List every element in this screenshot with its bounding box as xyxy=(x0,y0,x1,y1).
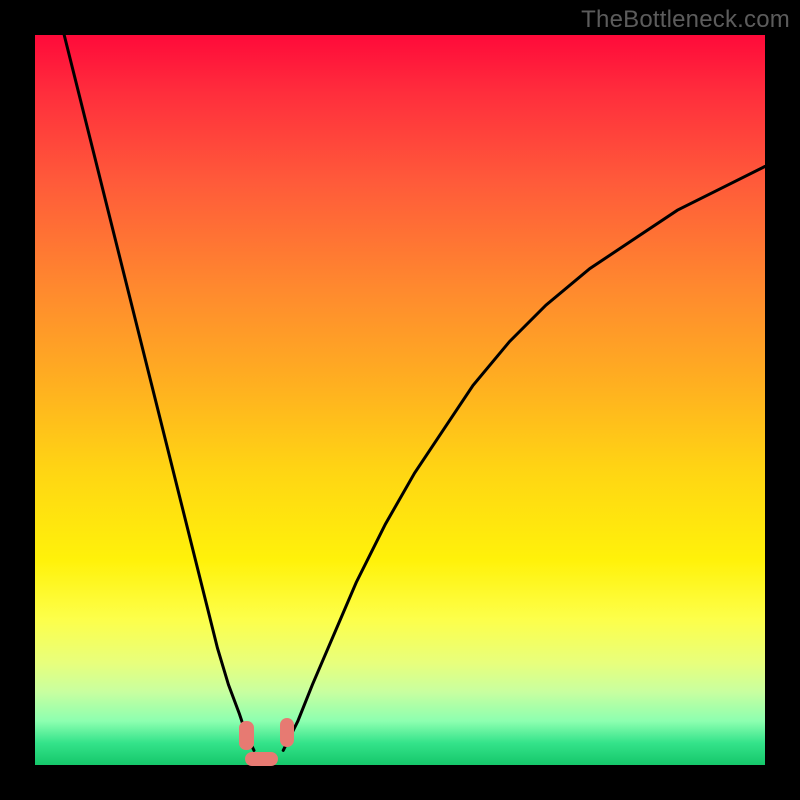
watermark-text: TheBottleneck.com xyxy=(581,6,790,34)
curve-svg xyxy=(35,35,765,765)
right-marker xyxy=(280,718,295,747)
bottom-marker xyxy=(245,752,278,767)
chart-plot-area xyxy=(35,35,765,765)
right-curve xyxy=(283,166,765,750)
left-marker xyxy=(239,721,254,750)
left-curve xyxy=(64,35,254,750)
chart-frame: TheBottleneck.com xyxy=(0,0,800,800)
